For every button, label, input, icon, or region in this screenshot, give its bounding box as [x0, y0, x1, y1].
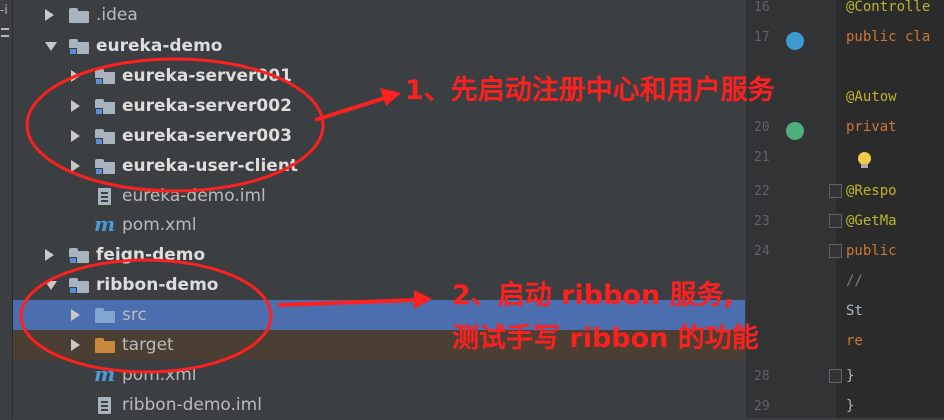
- annotation-overlay: [19, 57, 432, 374]
- annotation-note-2-line-2: 测试手写 ribbon 的功能: [452, 323, 759, 354]
- highlight-ellipse-ribbon: [19, 258, 273, 374]
- annotation-note-2-line-1: 2、启动 ribbon 服务,: [452, 280, 734, 311]
- highlight-ellipse-eureka: [25, 57, 325, 193]
- arrow-to-note1: [314, 88, 401, 122]
- annotation-note-1: 1、先启动注册中心和用户服务: [405, 75, 775, 106]
- arrow-to-note2: [277, 290, 432, 309]
